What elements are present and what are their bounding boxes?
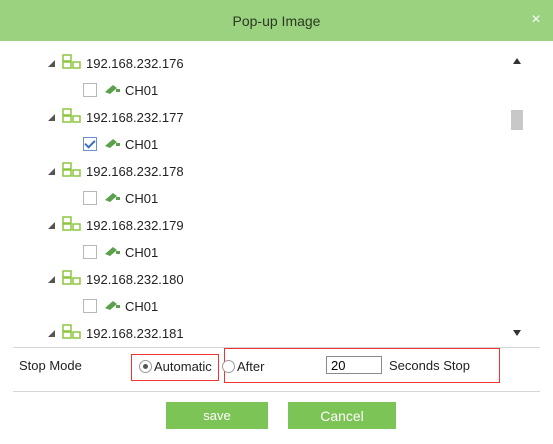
stop-mode-row: Stop Mode Automatic After Seconds Stop: [0, 348, 553, 386]
expand-triangle-icon[interactable]: [46, 274, 56, 284]
device-group-icon: [62, 323, 82, 343]
after-radio-option[interactable]: After: [222, 359, 264, 374]
device-tree: 192.168.232.176 CH01 192.168.232.177 CH01 19…: [13, 44, 527, 344]
tree-device-node[interactable]: 192.168.232.181: [46, 322, 184, 344]
tree-channel-node[interactable]: CH01: [83, 133, 158, 155]
device-ip-label: 192.168.232.180: [86, 271, 184, 287]
stop-mode-label: Stop Mode: [19, 358, 82, 373]
channel-label: CH01: [125, 244, 159, 260]
device-group-icon: [62, 269, 82, 289]
tree-channel-node[interactable]: CH01: [83, 241, 158, 263]
tree-device-node[interactable]: 192.168.232.180: [46, 268, 184, 290]
device-group-icon: [62, 161, 82, 181]
tree-device-node[interactable]: 192.168.232.179: [46, 214, 184, 236]
expand-triangle-icon[interactable]: [46, 328, 56, 338]
tree-device-node[interactable]: 192.168.232.178: [46, 160, 184, 182]
device-group-icon: [62, 53, 82, 73]
automatic-label: Automatic: [154, 359, 212, 374]
seconds-stop-label: Seconds Stop: [389, 358, 470, 373]
device-group-icon: [62, 107, 82, 127]
divider: [13, 391, 540, 392]
channel-checkbox[interactable]: [83, 245, 97, 259]
after-radio[interactable]: [222, 360, 235, 373]
device-ip-label: 192.168.232.179: [86, 217, 184, 233]
dialog-title: Pop-up Image: [232, 12, 321, 29]
after-label: After: [237, 359, 265, 374]
device-ip-label: 192.168.232.178: [86, 163, 184, 179]
popup-image-dialog: Pop-up Image × 192.168.232.176 CH01 192.16…: [0, 0, 553, 444]
tree-scrollbar[interactable]: [508, 54, 526, 344]
scroll-down-arrow-icon[interactable]: [508, 326, 526, 340]
channel-checkbox[interactable]: [83, 191, 97, 205]
tree-channel-node[interactable]: CH01: [83, 187, 158, 209]
device-ip-label: 192.168.232.177: [86, 109, 184, 125]
channel-label: CH01: [125, 136, 159, 152]
save-button[interactable]: save: [166, 402, 268, 429]
dialog-title-bar: Pop-up Image ×: [0, 0, 553, 41]
scrollbar-thumb[interactable]: [511, 110, 523, 130]
automatic-radio[interactable]: [139, 360, 152, 373]
expand-triangle-icon[interactable]: [46, 166, 56, 176]
tree-channel-node[interactable]: CH01: [83, 79, 158, 101]
device-ip-label: 192.168.232.181: [86, 325, 184, 341]
scroll-up-arrow-icon[interactable]: [508, 54, 526, 68]
device-ip-label: 192.168.232.176: [86, 55, 184, 71]
device-group-icon: [62, 215, 82, 235]
channel-label: CH01: [125, 82, 159, 98]
tree-device-node[interactable]: 192.168.232.177: [46, 106, 184, 128]
automatic-radio-option[interactable]: Automatic: [139, 359, 212, 374]
camera-icon: [103, 83, 121, 98]
seconds-input[interactable]: [326, 356, 382, 374]
channel-checkbox[interactable]: [83, 299, 97, 313]
close-icon[interactable]: ×: [527, 11, 545, 29]
expand-triangle-icon[interactable]: [46, 112, 56, 122]
channel-checkbox[interactable]: [83, 83, 97, 97]
channel-checkbox[interactable]: [83, 137, 97, 151]
camera-icon: [103, 299, 121, 314]
expand-triangle-icon[interactable]: [46, 58, 56, 68]
camera-icon: [103, 245, 121, 260]
expand-triangle-icon[interactable]: [46, 220, 56, 230]
channel-label: CH01: [125, 190, 159, 206]
tree-device-node[interactable]: 192.168.232.176: [46, 52, 184, 74]
tree-channel-node[interactable]: CH01: [83, 295, 158, 317]
channel-label: CH01: [125, 298, 159, 314]
camera-icon: [103, 137, 121, 152]
camera-icon: [103, 191, 121, 206]
cancel-button[interactable]: Cancel: [288, 402, 396, 429]
